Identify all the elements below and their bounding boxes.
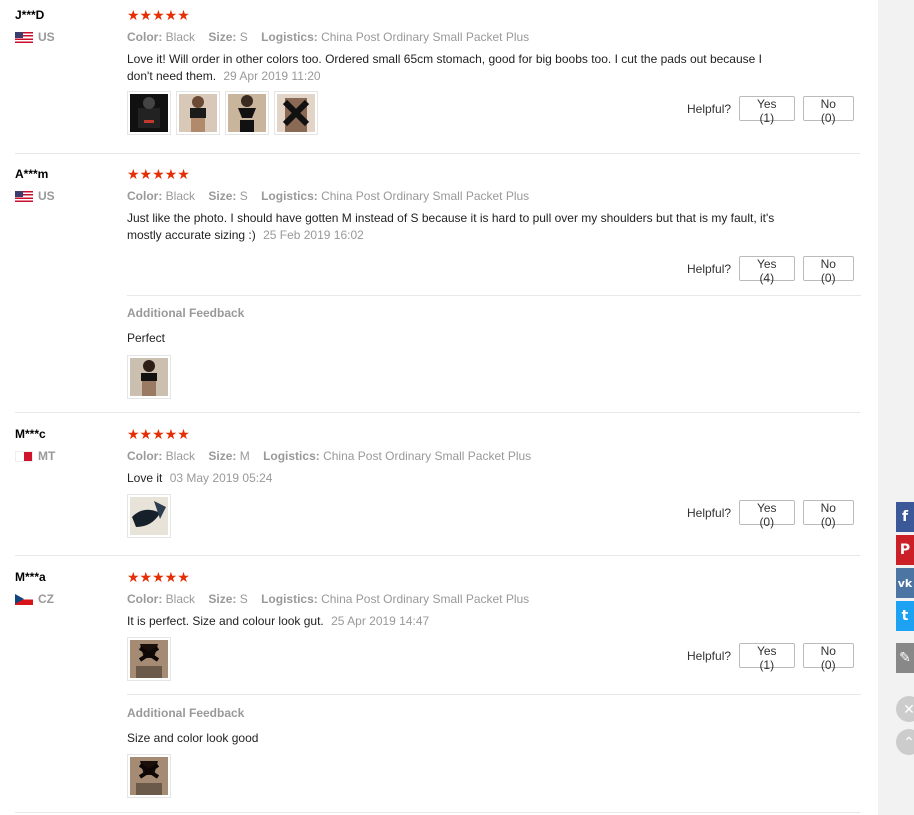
reviewer-name: J***D (15, 8, 45, 22)
divider (15, 555, 860, 556)
twitter-share-icon[interactable]: t (896, 601, 914, 631)
helpful-controls: Helpful? Yes (4) No (0) (687, 256, 862, 285)
review-photos (127, 355, 171, 399)
edit-icon[interactable]: ✎ (896, 643, 914, 673)
divider (15, 812, 860, 813)
review-photo[interactable] (176, 91, 220, 135)
rating-stars: ★★★★★ (127, 7, 190, 23)
additional-feedback-text: Perfect (127, 331, 166, 345)
reviewer-country: US (15, 30, 55, 44)
review-photos (127, 637, 171, 681)
review-item: M***a CZ ★★★★★ Color: Black Size: S Logi… (0, 570, 862, 815)
review-photo[interactable] (127, 91, 171, 135)
reviewer-country: US (15, 189, 55, 203)
rating-stars: ★★★★★ (127, 569, 190, 585)
us-flag-icon (15, 190, 33, 202)
divider (127, 694, 861, 695)
facebook-share-icon[interactable]: f (896, 502, 914, 532)
order-info: Color: Black Size: S Logistics: China Po… (127, 592, 530, 606)
review-text: Love it 03 May 2019 05:24 (127, 471, 273, 485)
review-text: Just like the photo. I should have gotte… (127, 211, 775, 242)
reviewer-name: A***m (15, 167, 49, 181)
right-rail (878, 0, 914, 815)
order-info: Color: Black Size: M Logistics: China Po… (127, 449, 532, 463)
review-text: Love it! Will order in other colors too.… (127, 52, 762, 83)
review-date: 03 May 2019 05:24 (169, 471, 273, 485)
review-photos (127, 754, 171, 798)
divider (15, 153, 860, 154)
reviewer-country: CZ (15, 592, 54, 606)
pinterest-share-icon[interactable]: P (896, 535, 914, 565)
helpful-controls: Helpful? Yes (1) No (0) (687, 96, 862, 125)
review-text: It is perfect. Size and colour look gut.… (127, 614, 430, 628)
helpful-controls: Helpful? Yes (1) No (0) (687, 643, 862, 672)
helpful-no-button[interactable]: No (0) (802, 96, 854, 125)
review-photo[interactable] (127, 494, 171, 538)
reviewer-country: MT (15, 449, 55, 463)
additional-feedback-title: Additional Feedback (127, 706, 245, 720)
helpful-label: Helpful? (687, 261, 732, 276)
order-info: Color: Black Size: S Logistics: China Po… (127, 189, 530, 203)
review-photo[interactable] (127, 637, 171, 681)
helpful-no-button[interactable]: No (0) (802, 256, 854, 285)
vk-share-icon[interactable]: vk (896, 568, 914, 598)
review-photo[interactable] (274, 91, 318, 135)
review-item: M***c MT ★★★★★ Color: Black Size: M Logi… (0, 427, 862, 555)
additional-feedback-text: Size and color look good (127, 731, 259, 745)
reviewer-name: M***c (15, 427, 46, 441)
helpful-no-button[interactable]: No (0) (802, 500, 854, 529)
review-photos (127, 494, 171, 538)
reviewer-name: M***a (15, 570, 46, 584)
helpful-label: Helpful? (687, 505, 732, 520)
review-photos (127, 91, 318, 135)
additional-feedback-title: Additional Feedback (127, 306, 245, 320)
divider (15, 412, 860, 413)
review-photo[interactable] (225, 91, 269, 135)
cz-flag-icon (15, 593, 33, 605)
review-photo[interactable] (127, 355, 171, 399)
helpful-yes-button[interactable]: Yes (1) (739, 96, 795, 125)
review-date: 25 Apr 2019 14:47 (331, 614, 430, 628)
review-item: A***m US ★★★★★ Color: Black Size: S Logi… (0, 167, 862, 412)
helpful-yes-button[interactable]: Yes (4) (739, 256, 795, 285)
helpful-no-button[interactable]: No (0) (802, 643, 854, 672)
helpful-yes-button[interactable]: Yes (0) (739, 500, 795, 529)
divider (127, 295, 861, 296)
helpful-label: Helpful? (687, 648, 732, 663)
review-photo[interactable] (127, 754, 171, 798)
review-date: 25 Feb 2019 16:02 (263, 228, 364, 242)
mt-flag-icon (15, 450, 33, 462)
order-info: Color: Black Size: S Logistics: China Po… (127, 30, 530, 44)
rating-stars: ★★★★★ (127, 166, 190, 182)
rating-stars: ★★★★★ (127, 426, 190, 442)
helpful-yes-button[interactable]: Yes (1) (739, 643, 795, 672)
helpful-label: Helpful? (687, 101, 732, 116)
helpful-controls: Helpful? Yes (0) No (0) (687, 500, 862, 529)
us-flag-icon (15, 31, 33, 43)
review-date: 29 Apr 2019 11:20 (223, 69, 321, 83)
review-item: J***D US ★★★★★ Color: Black Size: S Logi… (0, 8, 862, 154)
